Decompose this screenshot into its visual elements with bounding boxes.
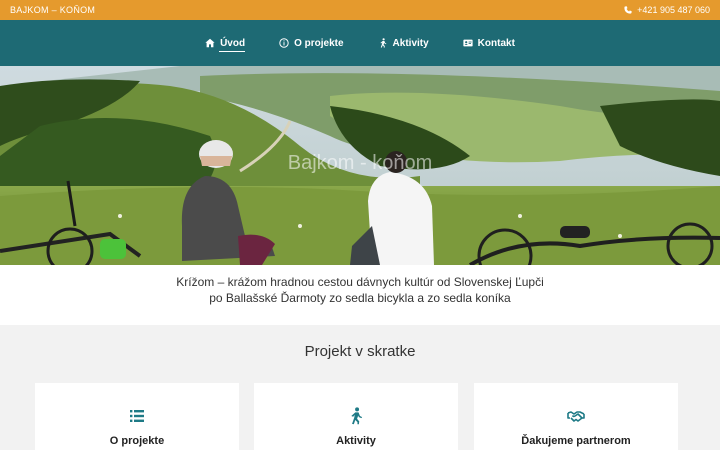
card-partneri[interactable]: Ďakujeme partnerom [474,383,678,450]
list-icon [128,407,146,425]
home-icon [205,38,215,48]
info-circle-icon [279,38,289,48]
card-title: Ďakujeme partnerom [521,435,631,447]
hero-title: Bajkom - koňom [287,152,433,174]
phone-contact[interactable]: +421 905 487 060 [624,5,710,15]
nav-item-kontakt[interactable]: Kontakt [463,20,515,66]
tagline-line-1: Krížom – krážom hradnou cestou dávnych k… [176,275,544,289]
nav-label: O projekte [294,37,344,49]
nav-label: Kontakt [477,37,515,49]
site-brand[interactable]: BAJKOM – KOŇOM [10,5,95,15]
card-aktivity[interactable]: Aktivity [254,383,458,450]
hero-banner: Bajkom - koňom [0,66,720,265]
id-card-icon [463,39,473,47]
phone-number: +421 905 487 060 [637,5,710,15]
nav-item-o-projekte[interactable]: O projekte [279,20,344,66]
top-bar: BAJKOM – KOŇOM +421 905 487 060 [0,0,720,20]
nav-item-uvod[interactable]: Úvod [205,20,246,66]
nav-item-aktivity[interactable]: Aktivity [378,20,429,66]
tagline: Krížom – krážom hradnou cestou dávnych k… [0,274,720,306]
main-navigation: Úvod O projekte Aktivity Kontakt [0,20,720,66]
card-title: O projekte [109,435,165,447]
walking-icon [379,38,386,48]
tagline-line-2: po Ballašské Ďarmoty zo sedla bicykla a … [209,291,511,305]
walking-icon [347,407,365,425]
nav-label: Aktivity [392,37,429,49]
nav-label: Úvod [220,37,246,49]
card-o-projekte[interactable]: O projekte [35,383,239,450]
card-title: Aktivity [336,435,376,447]
handshake-icon [567,407,585,425]
section-title: Projekt v skratke [304,343,416,360]
phone-icon [624,6,632,14]
